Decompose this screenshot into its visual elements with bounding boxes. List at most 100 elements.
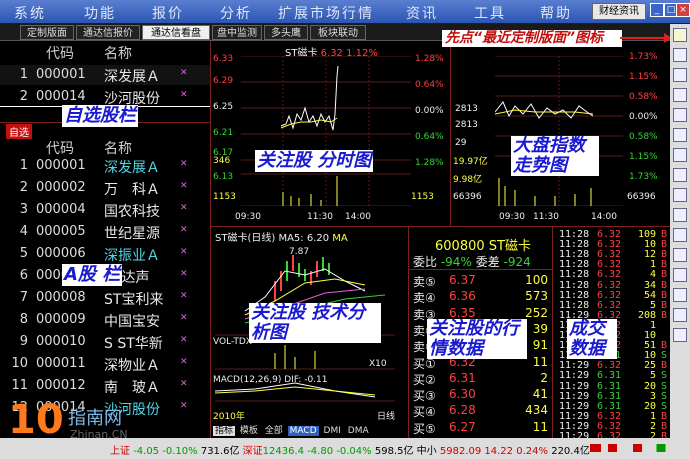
print-icon[interactable] bbox=[673, 308, 687, 322]
price-tick: 6.21 bbox=[213, 128, 234, 138]
mark-icon: ✕ bbox=[180, 335, 188, 345]
pct-tick: 0.64% bbox=[415, 80, 444, 90]
trade-row: 11:29 6.31 5 S bbox=[553, 371, 670, 381]
order-book-row[interactable]: 买② 6.31 2 bbox=[409, 371, 552, 387]
time-tick: 11:30 bbox=[533, 212, 559, 222]
list-item[interactable]: 2 000014 沙河股份 ✕ bbox=[0, 87, 210, 107]
order-book-row[interactable]: 卖⑤ 6.37 100 bbox=[409, 273, 552, 289]
tab-tdx-quote[interactable]: 通达信报价 bbox=[76, 25, 140, 40]
tab-dmi[interactable]: DMI bbox=[322, 426, 343, 436]
pct-tick: 0.58% bbox=[629, 92, 658, 102]
diff-label: 委差 bbox=[475, 255, 500, 269]
table-row[interactable]: 2 000002 万 科Ａ ✕ bbox=[0, 178, 210, 198]
table-row[interactable]: 3 000004 国农科技 ✕ bbox=[0, 200, 210, 220]
tab-dma[interactable]: DMA bbox=[346, 426, 371, 436]
sh-label: 上证 bbox=[110, 446, 130, 457]
menu-news[interactable]: 资讯 bbox=[406, 3, 438, 23]
order-book-row[interactable]: 卖④ 6.36 573 bbox=[409, 289, 552, 305]
menu-help[interactable]: 帮助 bbox=[540, 3, 572, 23]
row-number: 3 bbox=[19, 202, 28, 217]
tab-template[interactable]: 模板 bbox=[238, 426, 260, 436]
search-icon[interactable] bbox=[673, 228, 687, 242]
tab-bull-eagle[interactable]: 多头鹰 bbox=[264, 25, 308, 40]
stock-name: 国农科技 bbox=[104, 204, 160, 220]
calculator-icon[interactable] bbox=[673, 208, 687, 222]
kline-period[interactable]: 日线 bbox=[377, 409, 395, 422]
menu-analysis[interactable]: 分析 bbox=[220, 3, 252, 23]
order-book-row[interactable]: 买③ 6.30 41 bbox=[409, 387, 552, 403]
menu-extended-market[interactable]: 扩展市场行情 bbox=[278, 3, 374, 23]
stock-code: 000011 bbox=[36, 356, 86, 371]
vol-label: VOL-TDX bbox=[213, 337, 252, 347]
table-row[interactable]: 1 000001 深发展Ａ ✕ bbox=[0, 156, 210, 176]
table-row[interactable]: 4 000005 世纪星源 ✕ bbox=[0, 222, 210, 242]
tab-sector-linkage[interactable]: 板块联动 bbox=[310, 25, 366, 40]
mark-icon: ✕ bbox=[180, 90, 188, 100]
order-book-row[interactable]: 买④ 6.28 434 bbox=[409, 403, 552, 419]
annotation-tip: 先点“最近定制版面”图标 bbox=[442, 30, 622, 47]
money-icon[interactable] bbox=[673, 268, 687, 282]
watermark-text: 指南网 bbox=[68, 408, 122, 429]
trade-side: B bbox=[660, 279, 667, 291]
row-number: 5 bbox=[19, 246, 28, 261]
pct-tick: 0.58% bbox=[629, 132, 658, 142]
f-icon[interactable] bbox=[673, 168, 687, 182]
mark-icon: ✕ bbox=[180, 203, 188, 213]
tab-custom-layout[interactable]: 定制版面 bbox=[20, 25, 74, 40]
tab-tdx-watch[interactable]: 通达信看盘 bbox=[142, 25, 210, 40]
col-header-code[interactable]: 代码 bbox=[46, 43, 74, 63]
pct-tick: 1.28% bbox=[415, 158, 444, 168]
mark-icon: ✕ bbox=[180, 269, 188, 279]
book-icon[interactable] bbox=[673, 148, 687, 162]
finance-news-button[interactable]: 财经资讯 bbox=[592, 3, 646, 20]
watermark-url: Zhinan.CN bbox=[70, 428, 128, 441]
table-row[interactable]: 5 000006 深振业Ａ ✕ bbox=[0, 244, 210, 264]
stock-code: 000014 bbox=[36, 89, 86, 104]
close-button[interactable]: × bbox=[676, 3, 690, 17]
intraday-chart[interactable]: ST磁卡 6.32 1.12% 6.33 6.29 6.25 6.21 6.17 6.13… bbox=[211, 42, 449, 226]
chart-icon[interactable] bbox=[673, 68, 687, 82]
diff-value: -924 bbox=[503, 255, 531, 269]
menu-system[interactable]: 系统 bbox=[14, 3, 46, 23]
watchlist-panel: 代码 名称 1 000001 深发展Ａ ✕ 2 000014 沙河股份 ✕ 自选… bbox=[0, 41, 210, 127]
tab-macd[interactable]: MACD bbox=[287, 426, 319, 436]
mark-icon: ✕ bbox=[180, 313, 188, 323]
list-item[interactable]: 1 000001 深发展Ａ ✕ bbox=[0, 65, 210, 85]
f12-icon[interactable] bbox=[673, 188, 687, 202]
tab-all[interactable]: 全部 bbox=[263, 426, 285, 436]
level-label: 买④ bbox=[413, 405, 436, 420]
menu-tools[interactable]: 工具 bbox=[474, 3, 506, 23]
pct-tick: 1.28% bbox=[415, 54, 444, 64]
table-row[interactable]: 7 000008 ST宝利来 ✕ bbox=[0, 288, 210, 308]
index-vol-tick: 9.98亿 bbox=[453, 175, 483, 185]
col-header-code[interactable]: 代码 bbox=[46, 138, 74, 158]
settings-icon[interactable] bbox=[673, 328, 687, 342]
table-row[interactable]: 8 000009 中国宝安 ✕ bbox=[0, 310, 210, 330]
pct-tick: 0.00% bbox=[629, 112, 658, 122]
tab-indicator[interactable]: 指标 bbox=[213, 426, 236, 436]
table-row[interactable]: 10 000011 深物业Ａ ✕ bbox=[0, 354, 210, 374]
table-row[interactable]: 9 000010 S ST华新 ✕ bbox=[0, 332, 210, 352]
kline-chart[interactable]: ST磁卡(日线) MA5: 6.20 MA 7.87 VOL-TDX X10 M… bbox=[211, 227, 407, 438]
col-header-name[interactable]: 名称 bbox=[104, 43, 132, 63]
col-header-name[interactable]: 名称 bbox=[104, 138, 132, 158]
lock-icon[interactable] bbox=[673, 248, 687, 262]
level-label: 卖⑤ bbox=[413, 275, 436, 289]
star-icon[interactable] bbox=[673, 288, 687, 302]
annotation-kline: 关注股 技术分析图 bbox=[249, 303, 381, 343]
minimize-button[interactable]: _ bbox=[650, 3, 664, 17]
tab-intraday-monitor[interactable]: 盘中监测 bbox=[212, 25, 262, 40]
order-book-row[interactable]: 买⑤ 6.27 11 bbox=[409, 420, 552, 436]
menu-quote[interactable]: 报价 bbox=[152, 3, 184, 23]
level-volume: 2 bbox=[540, 370, 548, 385]
recent-layout-icon[interactable] bbox=[673, 28, 687, 42]
list-icon[interactable] bbox=[673, 108, 687, 122]
bar-chart-icon[interactable] bbox=[673, 88, 687, 102]
zx-change: 14.22 bbox=[484, 446, 514, 457]
annotation-watchlist: 自选股栏 bbox=[62, 105, 138, 127]
table-row[interactable]: 11 000012 南 玻Ａ ✕ bbox=[0, 376, 210, 396]
menu-function[interactable]: 功能 bbox=[84, 3, 116, 23]
index-chart[interactable]: 2813 2813 29 19.97亿 9.98亿 66396 66396 1.… bbox=[451, 42, 670, 226]
grid-icon[interactable] bbox=[673, 48, 687, 62]
f10-icon[interactable] bbox=[673, 128, 687, 142]
